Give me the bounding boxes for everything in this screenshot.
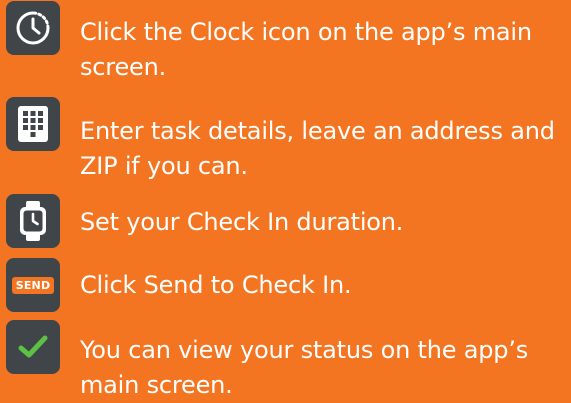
send-icon-label: SEND bbox=[11, 276, 55, 294]
checkmark-icon bbox=[6, 320, 60, 374]
check-in-steps: Click the Clock icon on the app’s main s… bbox=[0, 0, 571, 399]
watch-icon bbox=[6, 194, 60, 248]
step-5-text: You can view your status on the app’s ma… bbox=[80, 336, 529, 399]
step-4-text: Click Send to Check In. bbox=[80, 271, 352, 299]
step-2-text: Enter task details, leave an address and… bbox=[80, 117, 555, 180]
keypad-icon bbox=[6, 97, 60, 151]
clock-icon bbox=[6, 1, 60, 55]
send-icon: SEND bbox=[6, 258, 60, 312]
step-3-text: Set your Check In duration. bbox=[80, 208, 404, 236]
step-1-text: Click the Clock icon on the app’s main s… bbox=[80, 18, 532, 81]
